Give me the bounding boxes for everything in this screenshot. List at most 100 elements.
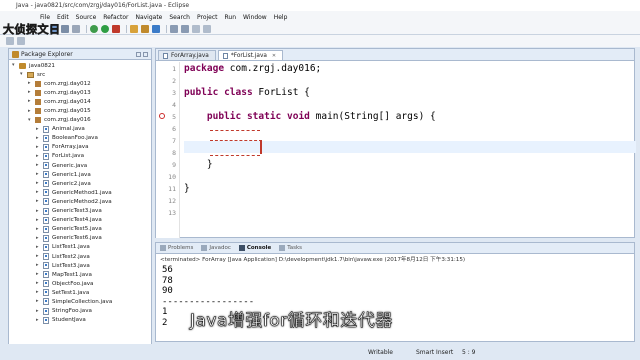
tree-item[interactable]: ▸ ListTest3.java xyxy=(9,261,151,270)
expand-toggle-icon[interactable]: ▸ xyxy=(36,172,41,177)
expand-toggle-icon[interactable]: ▸ xyxy=(36,235,41,241)
close-icon[interactable]: ✕ xyxy=(272,53,276,59)
debug-icon[interactable] xyxy=(90,24,98,33)
expand-toggle-icon[interactable]: ▸ xyxy=(28,99,33,104)
tree-item[interactable]: ▸ Generic.java xyxy=(9,161,151,170)
expand-toggle-icon[interactable]: ▸ xyxy=(28,90,33,95)
tree-item[interactable]: ▸ Animal.java xyxy=(9,125,151,134)
save-icon[interactable] xyxy=(61,24,69,33)
expand-toggle-icon[interactable]: ▸ xyxy=(36,308,41,314)
expand-toggle-icon[interactable]: ▸ xyxy=(36,217,41,223)
run-icon[interactable] xyxy=(101,24,109,33)
tree-item[interactable]: ▸ Generic2.java xyxy=(9,179,151,188)
tree-item[interactable]: ▸ StringFoo.java xyxy=(9,307,151,316)
tree-item[interactable]: ▸ GenericMethod2.java xyxy=(9,197,151,206)
tab-tasks[interactable]: Tasks xyxy=(279,245,302,251)
menu-window[interactable]: Window xyxy=(243,14,267,21)
tree-item[interactable]: ▸ SimpleCollection.java xyxy=(9,297,151,306)
expand-toggle-icon[interactable]: ▸ xyxy=(36,153,41,159)
menu-edit[interactable]: Edit xyxy=(57,14,69,21)
new-java-project-icon[interactable] xyxy=(130,24,138,33)
tree-item[interactable]: ▸ GenericTest3.java xyxy=(9,207,151,216)
expand-toggle-icon[interactable]: ▸ xyxy=(28,81,33,86)
back-icon[interactable] xyxy=(6,37,14,45)
expand-toggle-icon[interactable]: ▸ xyxy=(36,199,41,204)
save-all-icon[interactable] xyxy=(72,24,80,33)
expand-toggle-icon[interactable]: ▸ xyxy=(36,263,41,268)
tree-item[interactable]: ▸ ListTest1.java xyxy=(9,243,151,252)
tree-item[interactable]: ▾ src xyxy=(9,70,151,79)
tab-console[interactable]: Console xyxy=(238,245,271,251)
expand-toggle-icon[interactable]: ▸ xyxy=(36,163,41,168)
expand-toggle-icon[interactable]: ▸ xyxy=(36,144,41,150)
external-tools-icon[interactable] xyxy=(112,24,120,33)
code-line[interactable]: public static void main(String[] args) { xyxy=(184,111,436,122)
expand-toggle-icon[interactable]: ▸ xyxy=(28,108,33,114)
expand-toggle-icon[interactable]: ▸ xyxy=(36,281,41,286)
menu-help[interactable]: Help xyxy=(274,14,288,21)
tree-item[interactable]: ▸ ForArray.java xyxy=(9,143,151,152)
tree-item[interactable]: ▸ ForList.java xyxy=(9,152,151,161)
menu-source[interactable]: Source xyxy=(76,14,97,21)
code-line[interactable]: } xyxy=(184,183,190,194)
expand-toggle-icon[interactable]: ▸ xyxy=(36,126,41,132)
menu-navigate[interactable]: Navigate xyxy=(135,14,162,21)
expand-toggle-icon[interactable]: ▸ xyxy=(36,181,41,186)
expand-toggle-icon[interactable]: ▸ xyxy=(36,208,41,214)
maximize-icon[interactable] xyxy=(143,51,148,57)
expand-toggle-icon[interactable]: ▾ xyxy=(28,117,33,123)
expand-toggle-icon[interactable]: ▸ xyxy=(36,244,41,250)
tab-forlist[interactable]: *ForList.java ✕ xyxy=(217,50,284,60)
package-explorer-tab[interactable]: Package Explorer xyxy=(9,49,151,60)
code-line[interactable]: } xyxy=(184,159,213,170)
expand-toggle-icon[interactable]: ▸ xyxy=(36,190,41,195)
tree-item[interactable]: ▸ SetTest1.java xyxy=(9,288,151,297)
tree-item[interactable]: ▾ java0821 xyxy=(9,61,151,70)
tab-forarray[interactable]: ForArray.java xyxy=(158,50,216,60)
tab-javadoc[interactable]: Javadoc xyxy=(201,245,231,251)
tree-item[interactable]: ▸ ObjectFoo.java xyxy=(9,279,151,288)
tree-item[interactable]: ▸ com.zrgj.day012 xyxy=(9,79,151,88)
open-type-icon[interactable] xyxy=(170,24,178,33)
error-marker-icon[interactable] xyxy=(159,113,165,119)
new-package-icon[interactable] xyxy=(141,24,149,33)
menu-refactor[interactable]: Refactor xyxy=(103,14,128,21)
minimize-icon[interactable] xyxy=(136,51,141,57)
tree-item[interactable]: ▸ com.zrgj.day014 xyxy=(9,97,151,106)
expand-toggle-icon[interactable]: ▸ xyxy=(36,290,41,295)
tree-item[interactable]: ▸ MapTest1.java xyxy=(9,270,151,279)
menu-file[interactable]: File xyxy=(40,14,50,21)
expand-toggle-icon[interactable]: ▸ xyxy=(36,317,41,323)
forward-icon[interactable] xyxy=(17,37,25,45)
tree-item[interactable]: ▸ GenericTest4.java xyxy=(9,216,151,225)
keyword-token: void xyxy=(287,111,310,122)
tab-problems[interactable]: Problems xyxy=(160,245,193,251)
expand-toggle-icon[interactable]: ▸ xyxy=(36,254,41,259)
annotation-prev-icon[interactable] xyxy=(203,24,211,33)
tree-item[interactable]: ▸ StudentJava xyxy=(9,316,151,325)
expand-toggle-icon[interactable]: ▸ xyxy=(36,226,41,232)
expand-toggle-icon[interactable]: ▸ xyxy=(36,135,41,141)
menu-search[interactable]: Search xyxy=(169,14,190,21)
expand-toggle-icon[interactable]: ▾ xyxy=(20,72,25,77)
tree-item[interactable]: ▸ Generic1.java xyxy=(9,170,151,179)
tree-item[interactable]: ▸ BooleanFoo.java xyxy=(9,134,151,143)
code-area[interactable]: package com.zrgj.day016; public class For… xyxy=(184,62,636,238)
search-icon[interactable] xyxy=(181,24,189,33)
code-line[interactable]: public class ForList { xyxy=(184,87,310,98)
annotation-next-icon[interactable] xyxy=(192,24,200,33)
tree-item[interactable]: ▸ GenericMethod1.java xyxy=(9,188,151,197)
tree-item[interactable]: ▸ com.zrgj.day015 xyxy=(9,106,151,115)
tree-item[interactable]: ▸ GenericTest5.java xyxy=(9,225,151,234)
menu-run[interactable]: Run xyxy=(225,14,237,21)
menu-project[interactable]: Project xyxy=(197,14,218,21)
tree-item[interactable]: ▸ com.zrgj.day013 xyxy=(9,88,151,97)
expand-toggle-icon[interactable]: ▾ xyxy=(12,63,17,68)
expand-toggle-icon[interactable]: ▸ xyxy=(36,299,41,304)
code-line[interactable]: package com.zrgj.day016; xyxy=(184,63,321,74)
expand-toggle-icon[interactable]: ▸ xyxy=(36,272,41,277)
tree-item[interactable]: ▾ com.zrgj.day016 xyxy=(9,116,151,125)
new-class-icon[interactable] xyxy=(152,24,160,33)
tree-item[interactable]: ▸ GenericTest6.java xyxy=(9,234,151,243)
tree-item[interactable]: ▸ ListTest2.java xyxy=(9,252,151,261)
